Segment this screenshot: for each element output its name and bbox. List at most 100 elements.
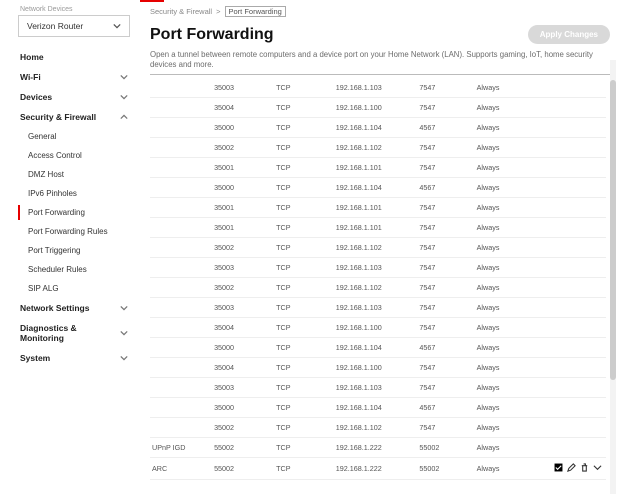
nav-item-diagnostics-monitoring[interactable]: Diagnostics & Monitoring <box>0 318 140 348</box>
cell-original-port: 35000 <box>212 398 274 418</box>
cell-forward-port: 4567 <box>417 338 474 358</box>
nav-item-network-settings[interactable]: Network Settings <box>0 298 140 318</box>
port-forwarding-table: 35003TCP192.168.1.1037547Always35004TCP1… <box>150 78 606 494</box>
cell-actions <box>546 338 606 358</box>
table-row: 35001TCP192.168.1.1017547Always <box>150 218 606 238</box>
table-row: 35000TCP192.168.1.1044567Always <box>150 178 606 198</box>
table-row: 35003TCP192.168.1.1037547Always <box>150 258 606 278</box>
nav-sub-ipv-pinholes[interactable]: IPv6 Pinholes <box>0 184 140 203</box>
cell-actions <box>546 278 606 298</box>
cell-application <box>150 118 212 138</box>
nav-item-wi-fi[interactable]: Wi-Fi <box>0 67 140 87</box>
nav-sub-sip-alg[interactable]: SIP ALG <box>0 279 140 298</box>
cell-forward-port: 55002 <box>417 438 474 458</box>
cell-schedule: Always <box>475 138 547 158</box>
cell-schedule: Always <box>475 178 547 198</box>
cell-protocol: TCP <box>274 158 334 178</box>
table-row: 35004TCP192.168.1.1007547Always <box>150 98 606 118</box>
cell-actions <box>546 158 606 178</box>
cell-application <box>150 178 212 198</box>
cell-forward-ip: 192.168.1.222 <box>334 458 418 480</box>
cell-schedule: Always <box>475 398 547 418</box>
cell-application <box>150 218 212 238</box>
scrollbar-thumb[interactable] <box>610 80 616 380</box>
nav-sub-label: Port Triggering <box>28 246 80 255</box>
main-panel: Security & Firewall > Port Forwarding Po… <box>140 0 620 500</box>
cell-protocol: TCP <box>274 398 334 418</box>
chevron-down-icon <box>120 304 128 312</box>
nav-sub-scheduler-rules[interactable]: Scheduler Rules <box>0 260 140 279</box>
nav-sub-port-triggering[interactable]: Port Triggering <box>0 241 140 260</box>
table-row: 35000TCP192.168.1.1044567Always <box>150 398 606 418</box>
cell-forward-ip: 192.168.1.103 <box>334 258 418 278</box>
cell-actions <box>546 318 606 338</box>
page-description: Open a tunnel between remote computers a… <box>150 50 610 70</box>
cell-application <box>150 278 212 298</box>
cell-protocol: TCP <box>274 298 334 318</box>
table-row: 35003TCP192.168.1.1037547Always <box>150 378 606 398</box>
nav-item-system[interactable]: System <box>0 348 140 368</box>
apply-changes-button[interactable]: Apply Changes <box>528 25 610 44</box>
router-select[interactable]: Verizon Router <box>18 15 130 37</box>
cell-protocol: TCP <box>274 258 334 278</box>
router-select-value: Verizon Router <box>27 21 83 31</box>
cell-forward-ip: 192.168.1.103 <box>334 378 418 398</box>
cell-actions <box>546 378 606 398</box>
cell-schedule: Always <box>475 158 547 178</box>
cell-schedule: Always <box>475 198 547 218</box>
breadcrumb-sep: > <box>216 7 220 16</box>
cell-actions <box>546 258 606 278</box>
cell-protocol: TCP <box>274 418 334 438</box>
nav-sub-port-forwarding[interactable]: Port Forwarding <box>0 203 140 222</box>
chevron-down-icon <box>120 329 128 337</box>
delete-icon[interactable] <box>580 463 589 472</box>
table-row: 35001TCP192.168.1.1017547Always <box>150 158 606 178</box>
cell-actions <box>546 398 606 418</box>
cell-actions <box>546 78 606 98</box>
nav-item-devices[interactable]: Devices <box>0 87 140 107</box>
cell-forward-port: 7547 <box>417 98 474 118</box>
cell-application <box>150 98 212 118</box>
table-row: 35002TCP192.168.1.1027547Always <box>150 278 606 298</box>
cell-forward-port: 7547 <box>417 138 474 158</box>
edit-icon[interactable] <box>567 463 576 472</box>
cell-application <box>150 378 212 398</box>
cell-application <box>150 198 212 218</box>
breadcrumb-parent[interactable]: Security & Firewall <box>150 7 212 16</box>
cell-application <box>150 338 212 358</box>
cell-original-port: 55002 <box>212 458 274 480</box>
cell-forward-ip: 192.168.1.104 <box>334 338 418 358</box>
cell-original-port: 35000 <box>212 338 274 358</box>
nav-item-home[interactable]: Home <box>0 47 140 67</box>
table-row: 35003TCP192.168.1.1037547Always <box>150 298 606 318</box>
nav-item-label: Wi-Fi <box>20 72 41 82</box>
nav-sub-general[interactable]: General <box>0 127 140 146</box>
cell-forward-port: 7547 <box>417 198 474 218</box>
table-row: 35003TCP192.168.1.1037547Always <box>150 78 606 98</box>
cell-forward-ip: 192.168.1.101 <box>334 198 418 218</box>
nav-sub-label: IPv6 Pinholes <box>28 189 77 198</box>
cell-original-port: 35004 <box>212 358 274 378</box>
table-row: 35000TCP192.168.1.1044567Always <box>150 338 606 358</box>
cell-actions <box>546 138 606 158</box>
nav-sub-port-forwarding-rules[interactable]: Port Forwarding Rules <box>0 222 140 241</box>
cell-original-port: 35004 <box>212 318 274 338</box>
scrollbar[interactable] <box>610 60 616 494</box>
enable-checkbox-icon[interactable] <box>554 463 563 472</box>
chevron-down-icon[interactable] <box>593 463 602 472</box>
cell-forward-port: 4567 <box>417 398 474 418</box>
cell-application: ARC <box>150 458 212 480</box>
table-row: 35000TCP192.168.1.1044567Always <box>150 118 606 138</box>
table-row: 35002TCP192.168.1.1027547Always <box>150 238 606 258</box>
nav-sub-label: Port Forwarding Rules <box>28 227 108 236</box>
cell-schedule: Always <box>475 118 547 138</box>
nav-sub-access-control[interactable]: Access Control <box>0 146 140 165</box>
cell-forward-ip: 192.168.1.104 <box>334 118 418 138</box>
nav-sub-dmz-host[interactable]: DMZ Host <box>0 165 140 184</box>
cell-forward-ip: 192.168.1.104 <box>334 178 418 198</box>
chevron-down-icon <box>113 22 121 30</box>
cell-original-port: 35000 <box>212 178 274 198</box>
cell-actions <box>546 298 606 318</box>
cell-actions <box>546 98 606 118</box>
nav-item-security-firewall[interactable]: Security & Firewall <box>0 107 140 127</box>
